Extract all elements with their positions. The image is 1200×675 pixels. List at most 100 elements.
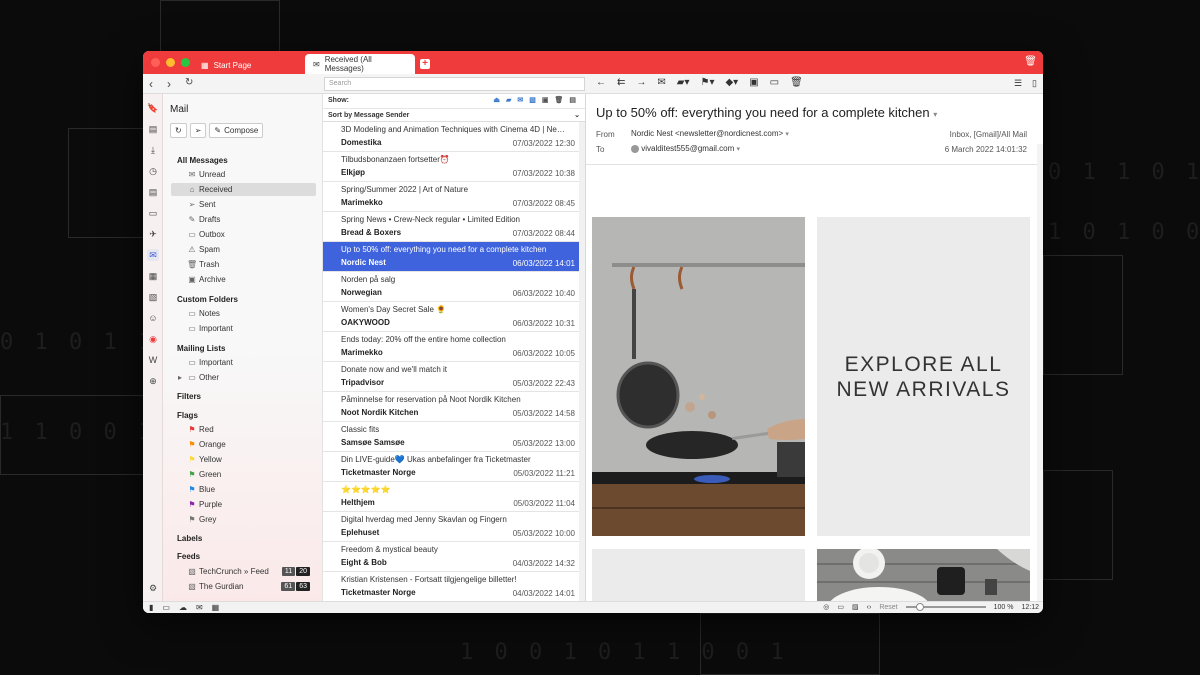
translate-icon[interactable]: ✈ — [147, 228, 159, 240]
chevron-down-icon[interactable]: ▾ — [933, 110, 937, 119]
reply-all-icon[interactable]: ⇇ — [617, 77, 625, 88]
capture-icon[interactable]: ◎ — [823, 603, 829, 611]
section-feeds[interactable]: Feeds — [177, 552, 200, 561]
panel-toggle-icon[interactable]: ▮ — [149, 603, 153, 612]
wikipedia-icon[interactable]: W — [147, 354, 159, 366]
add-panel-icon[interactable]: ⊕ — [147, 375, 159, 387]
message-row[interactable]: Women's Day Secret Sale 🌻 OAKYWOOD 06/03/2… — [323, 302, 579, 332]
folder-drafts[interactable]: ✎ Drafts — [171, 213, 316, 226]
window-icon[interactable]: ▭ — [162, 603, 170, 612]
closed-tabs-trash-icon[interactable]: 🗑 — [1024, 56, 1037, 67]
tab-start-page[interactable]: ▦ Start Page — [193, 55, 259, 76]
message-row[interactable]: Tilbudsbonanzaen fortsetter⏰ Elkjøp 07/03/… — [323, 152, 579, 182]
sync-cloud-icon[interactable]: ☁ — [179, 603, 187, 612]
folder-unread[interactable]: ✉ Unread — [171, 168, 316, 181]
filter-inbox-icon[interactable]: ⏏ — [493, 96, 500, 104]
folder-trash[interactable]: 🗑 Trash — [171, 258, 316, 271]
notes-icon[interactable]: ▤ — [147, 186, 159, 198]
tab-received[interactable]: ✉ Received (All Messages) — [305, 54, 415, 74]
filter-list-icon[interactable]: ▤ — [569, 96, 576, 104]
calendar-status-icon[interactable]: ▦ — [212, 603, 220, 612]
settings-icon[interactable]: ⚙ — [147, 582, 159, 594]
list-other[interactable]: ▸ ▭ Other — [171, 371, 316, 384]
message-row[interactable]: Freedom & mystical beauty Eight & Bob 04/0… — [323, 542, 579, 572]
filter-mail-icon[interactable]: ✉ — [517, 96, 523, 104]
mail-status-icon[interactable]: ✉ — [196, 603, 203, 612]
message-row[interactable]: Donate now and we'll match it Tripadvisor… — [323, 362, 579, 392]
chevron-down-icon[interactable]: ▾ — [785, 131, 789, 138]
message-row[interactable]: Kristian Kristensen - Fortsatt tilgjenge… — [323, 572, 579, 601]
maximize-window-button[interactable] — [181, 58, 190, 67]
contacts-icon[interactable]: ☺ — [147, 312, 159, 324]
forward-message-icon[interactable]: → — [636, 77, 646, 88]
folder-outbox[interactable]: ▭ Outbox — [171, 228, 316, 241]
panel-toggle-icon[interactable]: ▯ — [1032, 78, 1037, 89]
section-flags[interactable]: Flags — [177, 411, 198, 420]
flag-red[interactable]: ⚑ Red — [171, 423, 316, 436]
reading-pane-scrollbar[interactable] — [1037, 144, 1043, 601]
message-row[interactable]: Spring/Summer 2022 | Art of Nature Marime… — [323, 182, 579, 212]
zoom-slider[interactable] — [905, 603, 986, 611]
from-value[interactable]: Nordic Nest <newsletter@nordicnest.com> … — [631, 129, 789, 138]
message-row[interactable]: Påminnelse for reservation på Noot Nordi… — [323, 392, 579, 422]
refresh-mail-button[interactable]: ↻ — [170, 123, 187, 138]
filter-feed-icon[interactable]: ▧ — [529, 96, 536, 104]
section-filters[interactable]: Filters — [177, 392, 201, 401]
mail-icon[interactable]: ✉ — [147, 249, 159, 261]
history-icon[interactable]: ◷ — [147, 165, 159, 177]
folder-important[interactable]: ▭ Important — [171, 322, 316, 335]
expand-chevron-icon[interactable]: ▸ — [175, 373, 185, 382]
flag-grey[interactable]: ⚑ Grey — [171, 513, 316, 526]
feeds-icon[interactable]: ▧ — [147, 291, 159, 303]
window-panel-icon[interactable]: ▭ — [147, 207, 159, 219]
folder-spam[interactable]: ⚠ Spam — [171, 243, 316, 256]
folder-archive[interactable]: ▣ Archive — [171, 273, 316, 286]
send-receive-button[interactable]: ➢ — [189, 123, 207, 138]
section-labels[interactable]: Labels — [177, 534, 202, 543]
section-mailing-lists[interactable]: Mailing Lists — [177, 344, 225, 353]
zoom-slider-handle[interactable] — [916, 603, 924, 611]
new-tab-button[interactable]: + — [420, 59, 430, 69]
folder-notes[interactable]: ▭ Notes — [171, 307, 316, 320]
move-folder-icon[interactable]: ▰▾ — [677, 77, 690, 88]
minimize-window-button[interactable] — [166, 58, 175, 67]
chevron-down-icon[interactable]: ⌄ — [574, 111, 580, 119]
downloads-icon[interactable]: ⤓ — [147, 144, 159, 156]
zoom-reset-button[interactable]: Reset — [879, 604, 897, 611]
explore-banner[interactable]: EXPLORE ALL NEW ARRIVALS — [817, 217, 1030, 536]
compose-button[interactable]: ✎ Compose — [209, 123, 264, 138]
flag-purple[interactable]: ⚑ Purple — [171, 498, 316, 511]
vivaldi-icon[interactable]: ◉ — [147, 333, 159, 345]
layout-list-icon[interactable]: ☰ — [1014, 78, 1022, 89]
flag-orange[interactable]: ⚑ Orange — [171, 438, 316, 451]
message-row[interactable]: Classic fits Samsøe Samsøe 05/03/2022 13:0… — [323, 422, 579, 452]
label-icon[interactable]: ◆▾ — [725, 77, 738, 88]
bookmarks-icon[interactable]: 🔖 — [147, 102, 159, 114]
reply-icon[interactable]: ← — [596, 77, 606, 88]
sort-row[interactable]: Sort by Message Sender ⌄ — [323, 108, 585, 122]
filter-archive-icon[interactable]: ▣ — [542, 96, 549, 104]
feed-gurdian[interactable]: ▧ The Gurdian 61 63 — [171, 580, 316, 593]
section-all-messages[interactable]: All Messages — [177, 156, 228, 165]
message-row[interactable]: Digital hverdag med Jenny Skavlan og Fin… — [323, 512, 579, 542]
code-icon[interactable]: ‹› — [867, 604, 872, 611]
flag-yellow[interactable]: ⚑ Yellow — [171, 453, 316, 466]
message-list-scrollbar[interactable] — [579, 122, 585, 601]
flag-green[interactable]: ⚑ Green — [171, 468, 316, 481]
message-row[interactable]: 3D Modeling and Animation Techniques wit… — [323, 122, 579, 152]
delete-icon[interactable]: 🗑 — [790, 77, 803, 88]
calendar-icon[interactable]: ▦ — [147, 270, 159, 282]
flag-blue[interactable]: ⚑ Blue — [171, 483, 316, 496]
filter-folder-icon[interactable]: ▰ — [506, 96, 511, 104]
archive-box-icon[interactable]: ▭ — [770, 77, 779, 88]
reading-list-icon[interactable]: ▤ — [147, 123, 159, 135]
message-row[interactable]: Up to 50% off: everything you need for a… — [323, 242, 579, 272]
message-row[interactable]: ⭐⭐⭐⭐⭐ Helthjem 05/03/2022 11:04 — [323, 482, 579, 512]
back-icon[interactable]: ‹ — [149, 77, 153, 91]
message-row[interactable]: Spring News • Crew-Neck regular • Limite… — [323, 212, 579, 242]
message-row[interactable]: Norden på salg Norwegian 06/03/2022 10:40 — [323, 272, 579, 302]
filter-trash-icon[interactable]: 🗑 — [554, 96, 563, 104]
search-input[interactable]: Search — [324, 77, 585, 91]
close-window-button[interactable] — [151, 58, 160, 67]
message-row[interactable]: Ends today: 20% off the entire home coll… — [323, 332, 579, 362]
